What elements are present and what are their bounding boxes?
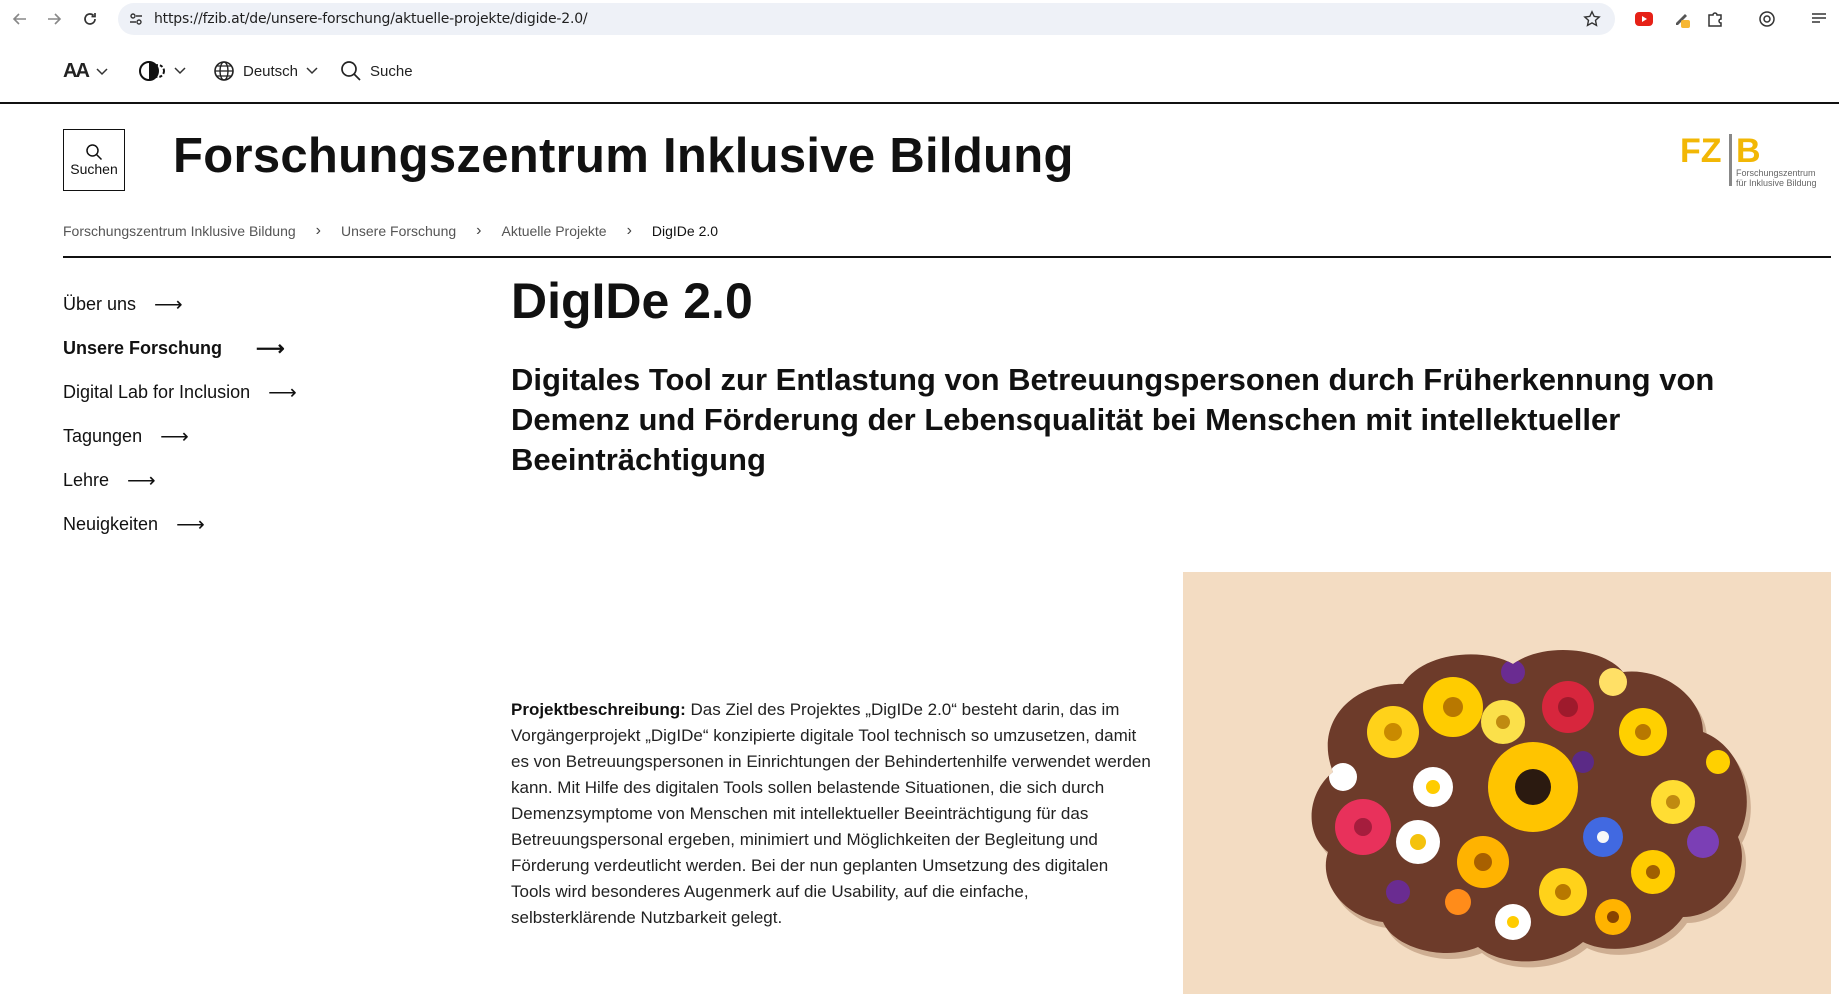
sidebar-item-lehre[interactable]: Lehre ⟶ xyxy=(63,458,297,502)
url-text: https://fzib.at/de/unsere-forschung/aktu… xyxy=(154,11,588,27)
language-label: Deutsch xyxy=(243,62,299,80)
sidebar-item-neuigkeiten[interactable]: Neuigkeiten ⟶ xyxy=(63,502,297,546)
font-size-menu[interactable]: AA xyxy=(63,60,108,83)
accessibility-toolbar: AA Deutsch Suche xyxy=(0,42,1839,104)
address-bar[interactable]: https://fzib.at/de/unsere-forschung/aktu… xyxy=(118,3,1615,35)
logo-subtitle-1: Forschungszentrum xyxy=(1736,168,1816,178)
breadcrumb: Forschungszentrum Inklusive Bildung › Un… xyxy=(63,222,718,240)
font-size-icon: AA xyxy=(63,60,90,82)
arrow-right-icon: ⟶ xyxy=(127,469,156,492)
breadcrumb-separator: › xyxy=(315,222,321,239)
page-title: DigIDe 2.0 xyxy=(511,273,753,329)
breadcrumb-separator: › xyxy=(476,222,482,239)
site-info-icon[interactable] xyxy=(128,11,144,32)
svg-text:B: B xyxy=(1736,132,1761,170)
site-title[interactable]: Forschungszentrum Inklusive Bildung xyxy=(173,128,1074,184)
logo-subtitle-2: für Inklusive Bildung xyxy=(1736,178,1817,188)
chevron-down-icon xyxy=(174,67,186,75)
reload-icon[interactable] xyxy=(80,9,100,29)
back-icon[interactable] xyxy=(10,9,30,29)
contrast-menu[interactable] xyxy=(136,60,186,82)
youtube-extension-icon[interactable] xyxy=(1634,9,1654,29)
fzib-logo[interactable]: FZ B Forschungszentrum für Inklusive Bil… xyxy=(1680,130,1820,192)
arrow-right-icon: ⟶ xyxy=(268,381,297,404)
header-search-button[interactable]: Suchen xyxy=(63,129,125,191)
pen-extension-icon[interactable] xyxy=(1672,9,1692,29)
arrow-right-icon: ⟶ xyxy=(160,425,189,448)
screenshot-icon[interactable] xyxy=(1757,9,1777,29)
language-menu[interactable]: Deutsch xyxy=(213,60,318,82)
arrow-right-icon: ⟶ xyxy=(154,293,183,316)
divider xyxy=(63,256,1831,258)
sidebar-nav: Über uns ⟶ Unsere Forschung ⟶ Digital La… xyxy=(63,282,297,546)
project-description: Projektbeschreibung: Das Ziel des Projek… xyxy=(511,697,1151,931)
page-subtitle: Digitales Tool zur Entlastung von Betreu… xyxy=(511,362,1715,477)
description-text: Das Ziel des Projektes „DigIDe 2.0“ best… xyxy=(511,700,1151,927)
sidebar-item-label: Über uns xyxy=(63,293,137,314)
breadcrumb-item-current: DigIDe 2.0 xyxy=(651,223,719,239)
sidebar-item-label: Unsere Forschung xyxy=(63,337,223,358)
sidebar-item-ueber-uns[interactable]: Über uns ⟶ xyxy=(63,282,297,326)
chevron-down-icon xyxy=(96,67,108,75)
contrast-icon xyxy=(139,61,165,81)
arrow-right-icon: ⟶ xyxy=(176,513,205,536)
search-icon xyxy=(86,144,103,161)
sidebar-item-label: Tagungen xyxy=(63,425,143,446)
browser-toolbar: https://fzib.at/de/unsere-forschung/aktu… xyxy=(0,0,1839,38)
reading-list-icon[interactable] xyxy=(1809,9,1829,29)
chevron-down-icon xyxy=(306,67,318,75)
sidebar-item-digital-lab[interactable]: Digital Lab for Inclusion ⟶ xyxy=(63,370,297,414)
breadcrumb-item-projects[interactable]: Aktuelle Projekte xyxy=(502,223,607,239)
header-search-label: Suchen xyxy=(70,161,118,177)
breadcrumb-item-home[interactable]: Forschungszentrum Inklusive Bildung xyxy=(63,223,296,239)
toolbar-search-button[interactable]: Suche xyxy=(340,60,413,82)
search-icon xyxy=(341,61,361,81)
breadcrumb-item-research[interactable]: Unsere Forschung xyxy=(341,223,456,239)
sidebar-item-tagungen[interactable]: Tagungen ⟶ xyxy=(63,414,297,458)
breadcrumb-separator: › xyxy=(626,222,632,239)
description-label: Projektbeschreibung: xyxy=(511,700,686,719)
svg-text:FZ: FZ xyxy=(1680,132,1722,170)
hero-image-brain-flowers xyxy=(1183,572,1831,994)
sidebar-item-label: Lehre xyxy=(63,469,110,490)
bookmark-star-icon[interactable] xyxy=(1583,10,1601,33)
sidebar-item-label: Digital Lab for Inclusion xyxy=(63,381,251,402)
globe-icon xyxy=(214,61,234,81)
sidebar-item-label: Neuigkeiten xyxy=(63,513,159,534)
search-label: Suche xyxy=(370,62,413,80)
sidebar-item-unsere-forschung[interactable]: Unsere Forschung ⟶ xyxy=(63,326,297,370)
arrow-right-icon: ⟶ xyxy=(256,337,285,360)
forward-icon[interactable] xyxy=(44,9,64,29)
extensions-puzzle-icon[interactable] xyxy=(1705,9,1725,29)
